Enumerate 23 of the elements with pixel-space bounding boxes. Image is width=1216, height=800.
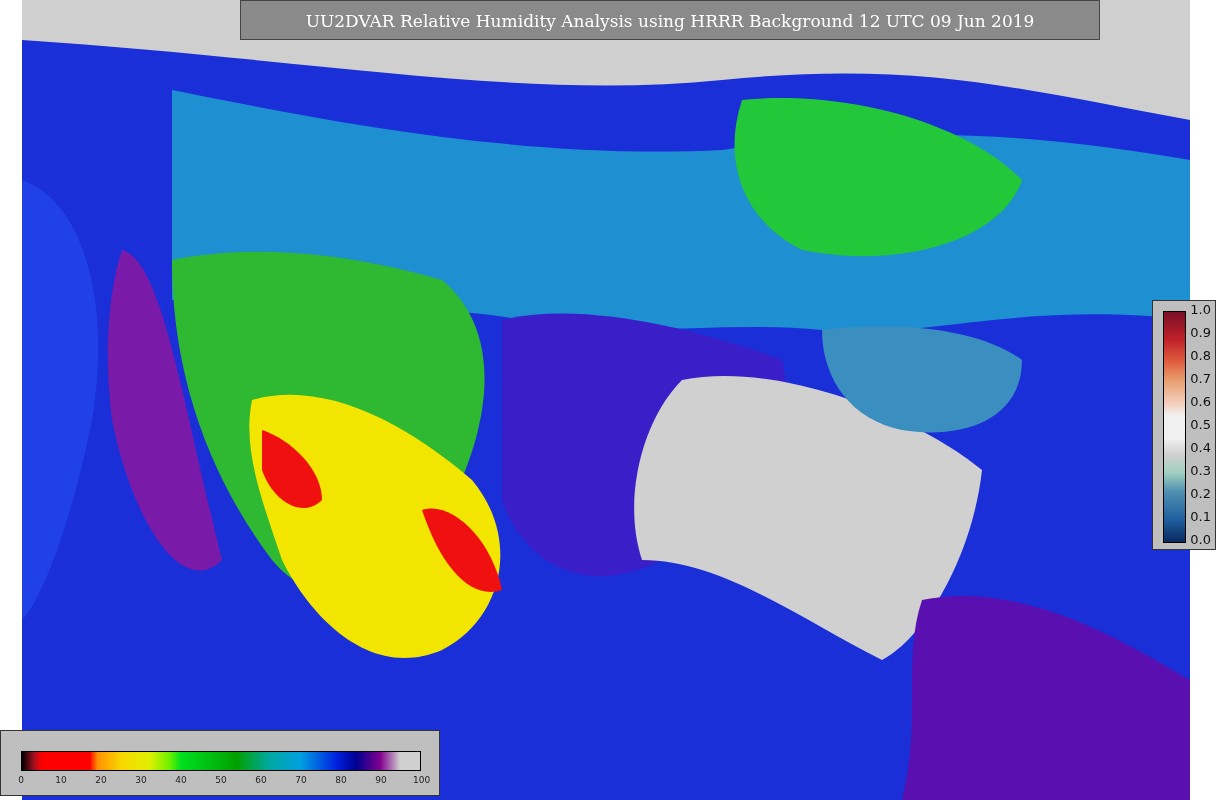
tick-label: 40 [174, 775, 188, 785]
tick-label: 0 [17, 775, 25, 785]
tick-label: 30 [134, 775, 148, 785]
tick-label: 0.7 [1190, 372, 1211, 386]
tick-label: 0.2 [1190, 487, 1211, 501]
tick-label: 80 [334, 775, 348, 785]
tick-label: 0.4 [1190, 441, 1211, 455]
tick-label: 10 [54, 775, 68, 785]
tick-label: 70 [294, 775, 308, 785]
tick-label: 0.5 [1190, 418, 1211, 432]
tick-label: 0.6 [1190, 395, 1211, 409]
tick-label: 100 [413, 775, 429, 785]
tick-label: 20 [94, 775, 108, 785]
tick-label: 0.1 [1190, 510, 1211, 524]
tick-label: 90 [374, 775, 388, 785]
tick-label: 0.8 [1190, 349, 1211, 363]
tick-label: 50 [214, 775, 228, 785]
tick-label: 0.3 [1190, 464, 1211, 478]
map-title: UU2DVAR Relative Humidity Analysis using HRRR Background 12 UTC 09 Jun 2019 [240, 0, 1100, 40]
tick-label: 0.0 [1190, 533, 1211, 547]
tick-label: 60 [254, 775, 268, 785]
tick-label: 0.9 [1190, 326, 1211, 340]
tick-label: 1.0 [1190, 303, 1211, 317]
